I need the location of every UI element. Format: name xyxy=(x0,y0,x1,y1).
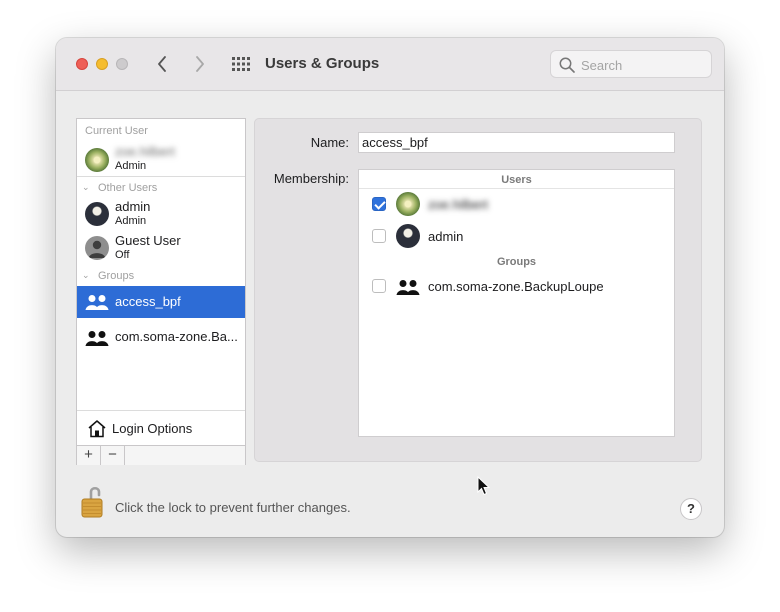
membership-label: Membership: xyxy=(273,171,349,186)
divider xyxy=(77,176,245,177)
avatar xyxy=(396,192,420,216)
group-name-field[interactable] xyxy=(358,132,675,153)
member-checkbox[interactable] xyxy=(372,229,386,243)
member-checkbox[interactable] xyxy=(372,197,386,211)
chevron-right-icon xyxy=(196,56,204,72)
group-name: access_bpf xyxy=(115,294,181,309)
help-button[interactable]: ? xyxy=(680,498,702,520)
lock-button[interactable] xyxy=(79,484,105,523)
search-icon xyxy=(559,57,575,73)
add-button[interactable]: + xyxy=(77,446,101,465)
member-name: zoe.hilbert xyxy=(428,197,488,212)
grid-icon xyxy=(232,57,250,71)
current-user-name: zoe.hilbert xyxy=(115,144,175,159)
forward-button[interactable] xyxy=(190,54,210,74)
window-title: Users & Groups xyxy=(265,55,380,72)
avatar xyxy=(85,202,109,226)
group-name-input[interactable] xyxy=(359,133,674,152)
show-all-button[interactable] xyxy=(230,55,252,73)
sidebar-toolbar: + − xyxy=(77,445,245,465)
avatar xyxy=(85,148,109,172)
title-bar: Users & Groups xyxy=(56,38,724,91)
member-checkbox[interactable] xyxy=(372,279,386,293)
zoom-button[interactable] xyxy=(116,58,128,70)
other-users-header: Other Users xyxy=(98,182,158,194)
current-user-role: Admin xyxy=(115,160,147,172)
user-name: Guest User xyxy=(115,233,181,248)
mouse-cursor-icon xyxy=(477,476,491,496)
sidebar-item-access-bpf[interactable]: access_bpf xyxy=(77,286,245,318)
avatar xyxy=(85,236,109,260)
current-user-header: Current User xyxy=(85,125,148,137)
user-role: Admin xyxy=(115,215,147,227)
group-icon xyxy=(85,295,109,310)
groups-header: Groups xyxy=(98,270,135,282)
avatar xyxy=(396,224,420,248)
chevron-left-icon xyxy=(158,56,166,72)
users-sidebar: Current User zoe.hilbert Admin ⌄ Other U… xyxy=(76,118,246,465)
minimize-button[interactable] xyxy=(96,58,108,70)
login-options-item[interactable]: Login Options xyxy=(77,410,245,445)
group-detail-panel: Name: Membership: Users zoe.hilbert admi… xyxy=(254,118,702,462)
users-section-header: Users xyxy=(501,174,532,186)
membership-list: Users zoe.hilbert admin Groups com.soma- xyxy=(358,169,675,437)
group-icon xyxy=(396,280,420,295)
login-options-label: Login Options xyxy=(112,421,193,436)
chevron-down-icon[interactable]: ⌄ xyxy=(82,270,90,281)
person-icon xyxy=(88,240,106,258)
search-field[interactable] xyxy=(550,50,712,78)
groups-section-header: Groups xyxy=(496,256,537,268)
user-name: admin xyxy=(115,199,151,214)
close-button[interactable] xyxy=(76,58,88,70)
group-name: com.soma-zone.Ba... xyxy=(115,329,238,344)
house-icon xyxy=(88,420,106,438)
chevron-down-icon[interactable]: ⌄ xyxy=(82,182,90,193)
name-label: Name: xyxy=(310,135,349,150)
member-name: com.soma-zone.BackupLoupe xyxy=(428,279,604,294)
unlocked-padlock-icon xyxy=(81,486,103,518)
remove-button[interactable]: − xyxy=(101,446,125,465)
group-icon xyxy=(85,331,109,346)
back-button[interactable] xyxy=(152,54,172,74)
divider xyxy=(359,188,674,189)
user-role: Off xyxy=(115,249,130,261)
search-input[interactable] xyxy=(581,56,705,74)
member-name: admin xyxy=(428,229,464,244)
lock-status-text: Click the lock to prevent further change… xyxy=(115,500,351,515)
users-groups-window: Users & Groups Current User zoe.hilbert … xyxy=(56,38,724,537)
